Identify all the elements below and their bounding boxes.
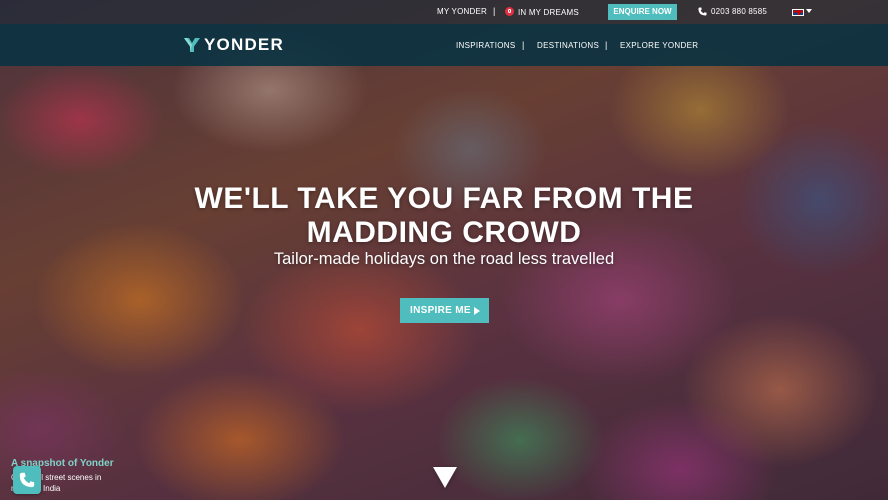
heart-icon bbox=[505, 7, 514, 16]
hero-headline-line2: MADDING CROWD bbox=[306, 216, 582, 249]
nav-separator: | bbox=[605, 40, 608, 50]
phone-icon bbox=[698, 7, 707, 16]
phone-icon bbox=[19, 472, 35, 488]
hero-subheadline: Tailor-made holidays on the road less tr… bbox=[273, 250, 615, 268]
logo-mark-icon bbox=[184, 38, 200, 52]
in-my-dreams-link[interactable]: IN MY DREAMS bbox=[505, 7, 579, 17]
scroll-down-arrow-icon[interactable] bbox=[433, 467, 457, 488]
inspire-me-label: INSPIRE ME bbox=[410, 305, 471, 316]
my-yonder-link[interactable]: MY YONDER bbox=[437, 7, 487, 16]
nav-destinations[interactable]: DESTINATIONS bbox=[537, 41, 599, 50]
call-button[interactable] bbox=[13, 466, 41, 494]
main-navbar: YONDER INSPIRATIONS | DESTINATIONS | EXP… bbox=[0, 24, 888, 66]
nav-explore-yonder[interactable]: EXPLORE YONDER bbox=[620, 41, 698, 50]
utility-separator: | bbox=[493, 6, 496, 16]
logo-text: YONDER bbox=[204, 35, 284, 54]
uk-flag-icon[interactable] bbox=[792, 9, 804, 16]
chevron-down-icon[interactable] bbox=[806, 9, 812, 13]
phone-number[interactable]: 0203 880 8585 bbox=[711, 7, 767, 16]
hero-headline-line1: WE'LL TAKE YOU FAR FROM THE bbox=[194, 182, 694, 215]
play-arrow-icon bbox=[474, 307, 480, 315]
inspire-me-button[interactable]: INSPIRE ME bbox=[400, 298, 489, 323]
utility-bar: MY YONDER | IN MY DREAMS ENQUIRE NOW 020… bbox=[0, 0, 888, 24]
yonder-logo[interactable]: YONDER bbox=[184, 34, 284, 56]
enquire-now-button[interactable]: ENQUIRE NOW bbox=[608, 4, 677, 20]
in-my-dreams-label: IN MY DREAMS bbox=[518, 8, 579, 17]
hero-headline: WE'LL TAKE YOU FAR FROM THE MADDING CROW… bbox=[0, 182, 888, 250]
nav-separator: | bbox=[522, 40, 525, 50]
nav-inspirations[interactable]: INSPIRATIONS bbox=[456, 41, 515, 50]
